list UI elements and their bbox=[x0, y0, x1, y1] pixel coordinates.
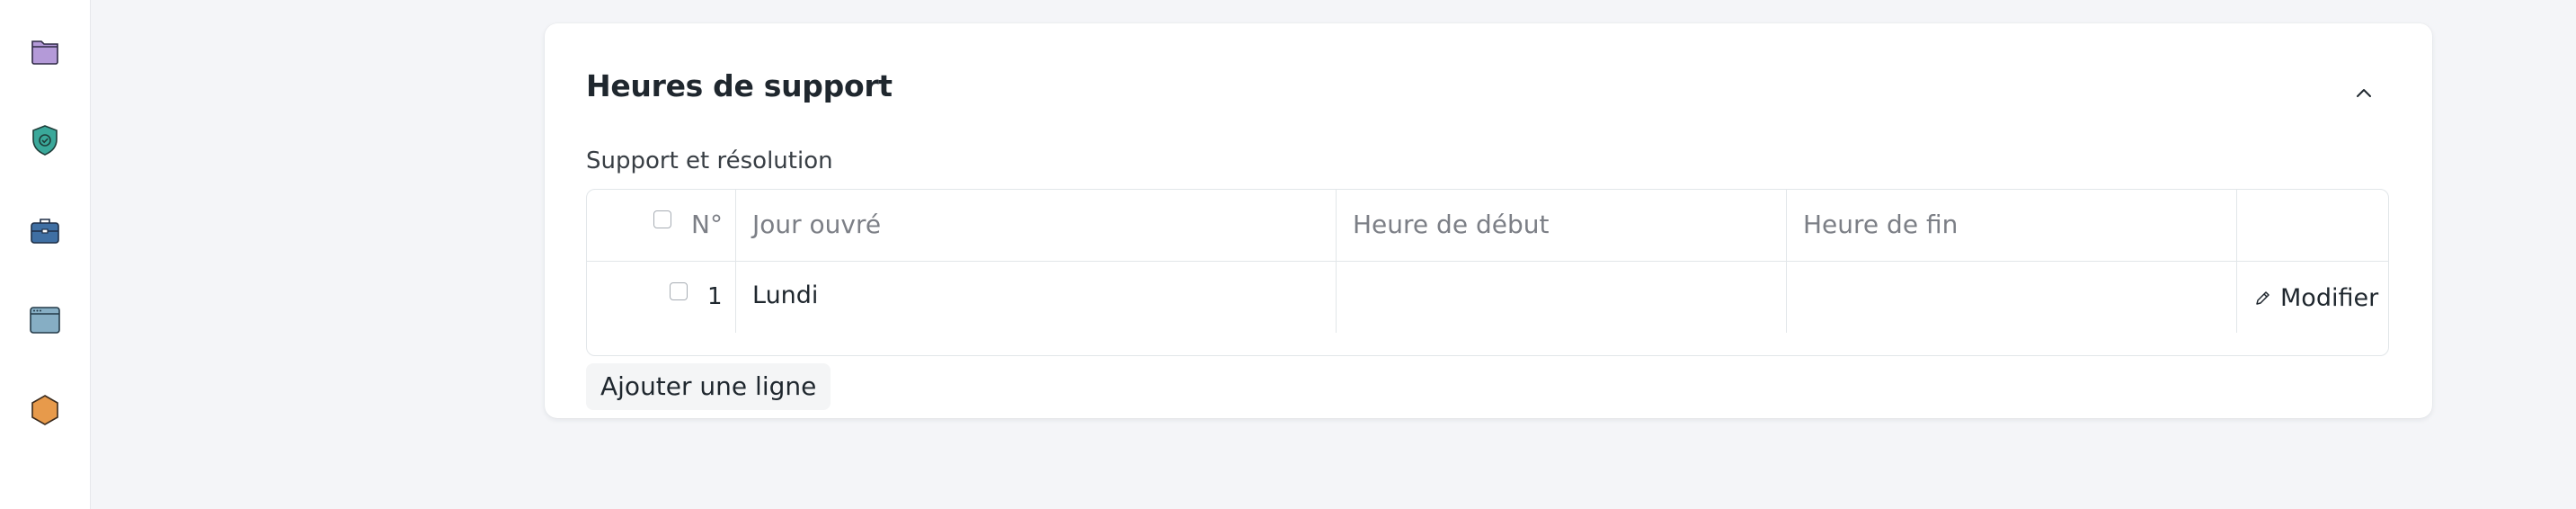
chevron-up-icon bbox=[2357, 89, 2371, 97]
row-cell-end[interactable] bbox=[1786, 262, 2236, 333]
header-cell-start: Heure de début bbox=[1336, 190, 1786, 261]
row-cell-day[interactable]: Lundi bbox=[735, 262, 1336, 333]
support-hours-card: Heures de support Support et résolution … bbox=[545, 23, 2432, 418]
header-day-label: Jour ouvré bbox=[752, 210, 882, 239]
header-cell-no: N° bbox=[587, 190, 735, 261]
header-start-label: Heure de début bbox=[1353, 210, 1550, 239]
row-checkbox[interactable] bbox=[670, 282, 688, 300]
row-number: 1 bbox=[707, 283, 723, 310]
header-no-label: N° bbox=[691, 210, 723, 239]
row-day-value: Lundi bbox=[752, 281, 819, 309]
row-cell-no: 1 bbox=[587, 262, 735, 333]
shield-check-icon[interactable] bbox=[27, 122, 63, 158]
briefcase-icon[interactable] bbox=[27, 212, 63, 248]
sidebar bbox=[0, 0, 91, 509]
edit-row-button[interactable]: Modifier bbox=[2253, 281, 2378, 314]
row-cell-actions: Modifier bbox=[2236, 262, 2388, 333]
pencil-icon bbox=[2256, 291, 2270, 305]
edit-row-label: Modifier bbox=[2280, 283, 2379, 312]
header-cell-actions bbox=[2236, 190, 2388, 261]
table-header-row: N° Jour ouvré Heure de début Heure de fi… bbox=[587, 190, 2388, 261]
table-row[interactable]: 1 Lundi Modifier bbox=[587, 261, 2388, 333]
add-row-button[interactable]: Ajouter une ligne bbox=[586, 363, 831, 410]
browser-window-icon[interactable] bbox=[27, 302, 63, 338]
table-label: Support et résolution bbox=[586, 147, 833, 174]
header-cell-day: Jour ouvré bbox=[735, 190, 1336, 261]
row-cell-start[interactable] bbox=[1336, 262, 1786, 333]
header-cell-end: Heure de fin bbox=[1786, 190, 2236, 261]
header-end-label: Heure de fin bbox=[1803, 210, 1959, 239]
select-all-checkbox[interactable] bbox=[653, 210, 671, 228]
folder-icon[interactable] bbox=[27, 32, 63, 68]
hexagon-icon[interactable] bbox=[27, 392, 63, 428]
collapse-button[interactable] bbox=[2346, 76, 2382, 112]
section-title: Heures de support bbox=[586, 68, 893, 103]
support-hours-table: N° Jour ouvré Heure de début Heure de fi… bbox=[586, 189, 2389, 356]
